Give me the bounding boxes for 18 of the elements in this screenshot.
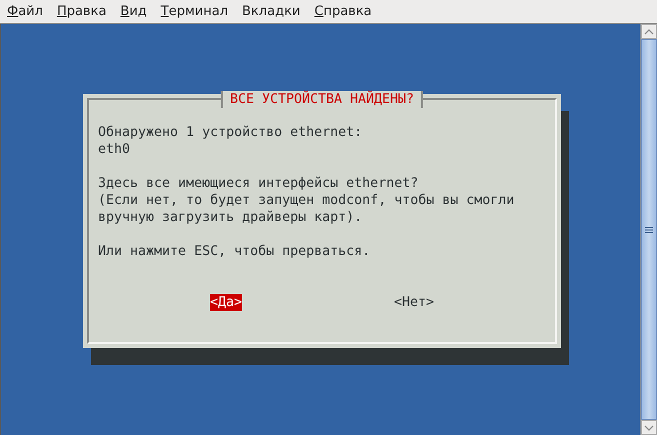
menu-item[interactable]: Терминал	[160, 4, 228, 19]
menu-item[interactable]: Вид	[120, 4, 147, 19]
message-line: (Если нет, то будет запущен modconf, чтобы вы смогли	[98, 192, 514, 209]
message-line: eth0	[98, 141, 130, 158]
dialog-button[interactable]: <Нет>	[394, 294, 434, 311]
grip-icon	[645, 226, 653, 234]
scroll-down-icon[interactable]	[641, 420, 657, 435]
menu-item[interactable]: Файл	[7, 4, 43, 19]
scroll-up-icon[interactable]	[641, 24, 657, 39]
menu-item[interactable]: Правка	[56, 4, 106, 19]
menu-item[interactable]: Справка	[314, 4, 372, 19]
message-line: вручную загрузить драйверы карт).	[98, 209, 362, 226]
message-line: Здесь все имеющиеся интерфейсы ethernet?	[98, 175, 418, 192]
message-line: Обнаружено 1 устройство ethernet:	[98, 124, 362, 141]
dialog-button[interactable]: <Да>	[210, 294, 242, 311]
dialog-title: ВСЕ УСТРОЙСТВА НАЙДЕНЫ?	[220, 91, 424, 108]
message-line: Или нажмите ESC, чтобы прерваться.	[98, 243, 370, 260]
menu-item[interactable]: Вкладки	[242, 4, 300, 19]
